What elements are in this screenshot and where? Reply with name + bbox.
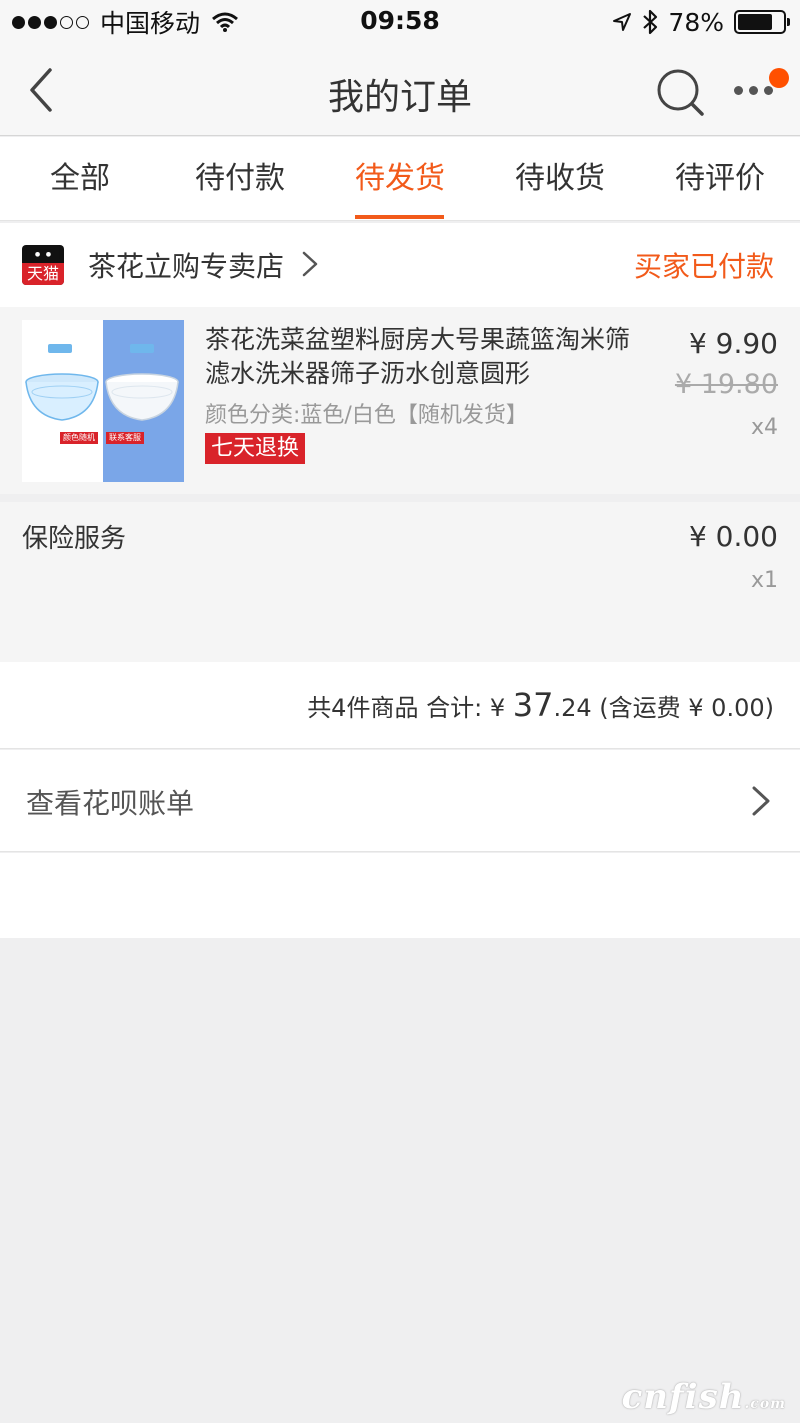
more-dots-icon	[734, 86, 779, 95]
tab-pending-review[interactable]: 待评价	[640, 137, 800, 220]
huabei-bill-row[interactable]: 查看花呗账单	[0, 750, 800, 852]
battery-level	[738, 14, 773, 30]
navigation-bar: 我的订单	[0, 44, 800, 136]
total-amount-decimal: .24	[553, 694, 592, 722]
huabei-bill-label[interactable]: 查看花呗账单	[26, 782, 194, 822]
order-tabs: 全部 待付款 待发货 待收货 待评价	[0, 137, 800, 221]
battery-percent: 78%	[668, 7, 724, 37]
search-button[interactable]	[654, 66, 706, 118]
item-count: 共4件商品	[307, 694, 419, 722]
search-icon	[657, 69, 704, 116]
watermark-suffix: .com	[744, 1396, 786, 1412]
insurance-service: 保险服务 ¥ 0.00 x1	[0, 502, 800, 662]
chevron-right-icon	[752, 786, 770, 816]
tab-all[interactable]: 全部	[0, 137, 160, 220]
product-title[interactable]: 茶花洗菜盆塑料厨房大号果蔬篮淘米筛滤水洗米器筛子沥水创意圆形	[205, 323, 635, 391]
insurance-price: ¥ 0.00	[688, 520, 778, 553]
total-line: 共4件商品 合计: ¥ 37.24 (含运费 ¥ 0.00)	[307, 686, 774, 724]
thumbnail-tag: 联系客服	[106, 432, 144, 444]
insurance-quantity: x1	[750, 568, 778, 593]
location-arrow-icon	[613, 13, 632, 31]
product-quantity: x4	[750, 415, 778, 440]
shipping-fee: (含运费 ¥ 0.00)	[599, 694, 774, 722]
tab-pending-payment[interactable]: 待付款	[160, 137, 320, 220]
tmall-cat-icon	[26, 245, 60, 259]
currency-symbol: ¥	[489, 694, 506, 722]
thumbnail-tag: 颜色随机	[60, 432, 98, 444]
active-tab-indicator	[355, 215, 444, 219]
status-right: 78%	[602, 6, 790, 38]
notification-badge	[769, 68, 789, 88]
shop-name[interactable]: 茶花立购专卖店	[88, 245, 284, 285]
order-total: 共4件商品 合计: ¥ 37.24 (含运费 ¥ 0.00)	[0, 662, 800, 749]
order-item[interactable]: 颜色随机 联系客服 茶花洗菜盆塑料厨房大号果蔬篮淘米筛滤水洗米器筛子沥水创意圆形…	[0, 307, 800, 494]
product-spec: 颜色分类:蓝色/白色【随机发货】	[205, 403, 528, 428]
product-original-price: ¥ 19.80	[674, 369, 778, 400]
shop-header[interactable]: 天猫 茶花立购专卖店 买家已付款	[0, 223, 800, 307]
insurance-label: 保险服务	[22, 524, 127, 554]
tmall-logo-text: 天猫	[22, 263, 64, 285]
tab-pending-shipment[interactable]: 待发货	[320, 137, 480, 220]
sum-label: 合计:	[426, 694, 483, 722]
product-thumbnail[interactable]: 颜色随机 联系客服	[22, 320, 184, 482]
battery-icon	[734, 10, 790, 34]
status-bar: 中国移动 09:58 78%	[0, 0, 800, 44]
tab-pending-receipt[interactable]: 待收货	[480, 137, 640, 220]
watermark-text: cnfish	[621, 1377, 745, 1417]
order-status: 买家已付款	[633, 250, 774, 283]
total-amount-integer: 37	[512, 686, 554, 724]
tmall-logo: 天猫	[22, 245, 64, 285]
product-price: ¥ 9.90	[688, 327, 778, 360]
bluetooth-icon	[643, 9, 658, 35]
footer-spacer	[0, 853, 800, 938]
chevron-right-icon	[302, 251, 318, 277]
watermark: cnfish.com	[622, 1377, 786, 1417]
basket-illustration	[25, 344, 179, 421]
more-menu-button[interactable]	[728, 68, 792, 112]
return-policy-badge: 七天退换	[205, 433, 306, 464]
